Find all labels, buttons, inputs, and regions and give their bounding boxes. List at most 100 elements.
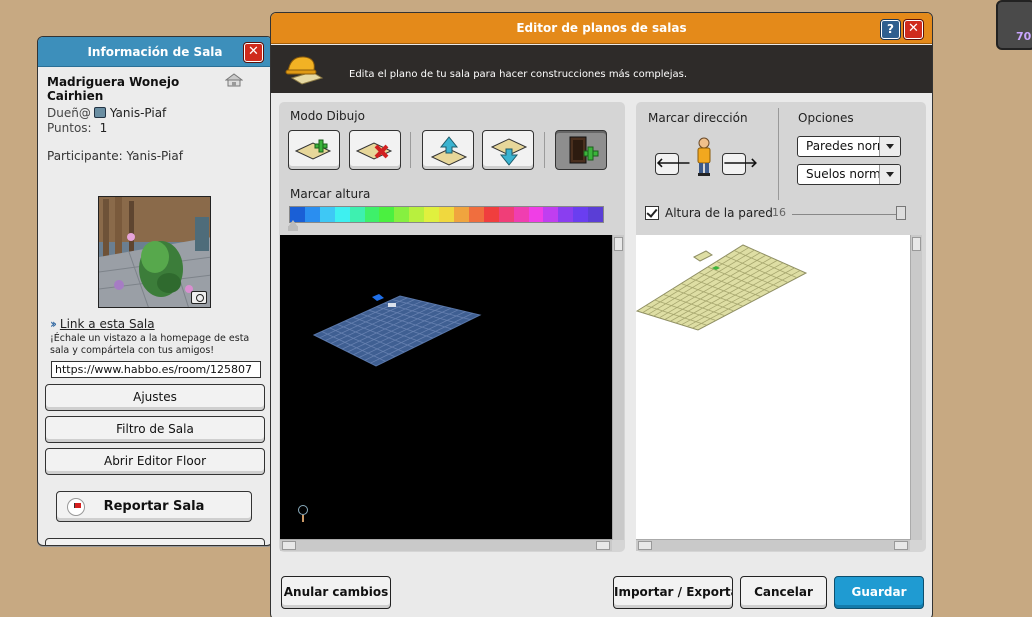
report-room-button[interactable]: Reportar Sala	[56, 491, 252, 522]
owner-row: Dueñ@ Yanis-Piaf	[47, 106, 166, 120]
scroll-grip[interactable]	[596, 541, 610, 550]
hardhat-icon	[285, 56, 324, 85]
tool-separator	[544, 132, 545, 168]
floor-draw-canvas[interactable]	[280, 235, 613, 540]
set-direction-label: Marcar dirección	[648, 111, 748, 125]
wall-height-slider-thumb[interactable]	[896, 206, 906, 220]
add-tile-icon	[294, 139, 332, 160]
participant-text: Participante: Yanis-Piaf	[47, 149, 183, 163]
scroll-grip[interactable]	[638, 541, 652, 550]
height-color-swatch[interactable]	[543, 207, 559, 222]
raise-tile-icon	[430, 136, 468, 166]
draw-canvas-hscroll[interactable]	[280, 539, 612, 551]
rotate-left-button[interactable]: 🡐	[655, 153, 691, 175]
points-value: 1	[99, 121, 108, 135]
room-info-titlebar[interactable]: Información de Sala ✕	[38, 37, 272, 67]
chevron-down-icon[interactable]	[879, 165, 900, 184]
flag-icon	[67, 498, 85, 516]
room-url-field[interactable]: https://www.habbo.es/room/125807	[51, 361, 261, 378]
height-color-swatch[interactable]	[304, 207, 320, 222]
corner-badge: 70	[996, 0, 1032, 50]
height-color-swatch[interactable]	[513, 207, 529, 222]
home-icon[interactable]	[225, 73, 243, 87]
height-color-swatch[interactable]	[498, 207, 514, 222]
raise-tile-button[interactable]	[422, 130, 474, 170]
room-info-body: Madriguera Wonejo Cairhien Dueñ@ Yanis-Pi…	[38, 67, 272, 545]
wall-height-checkbox[interactable]	[645, 206, 659, 220]
room-info-title: Información de Sala	[87, 45, 223, 59]
camera-icon[interactable]	[191, 291, 207, 304]
remove-tile-button[interactable]	[349, 130, 401, 170]
floor-editor-window: Editor de planos de salas ? ✕ Edita el p…	[270, 12, 933, 617]
user-icon	[93, 107, 106, 118]
corner-badge-text: 70	[1016, 30, 1032, 43]
height-color-swatch[interactable]	[394, 207, 410, 222]
height-color-swatch[interactable]	[453, 207, 469, 222]
height-color-swatch[interactable]	[528, 207, 544, 222]
floor-grid-drawing[interactable]	[280, 235, 613, 540]
door-tool-button[interactable]	[555, 130, 607, 170]
add-tile-button[interactable]	[288, 130, 340, 170]
help-icon[interactable]: ?	[881, 20, 900, 39]
open-floor-editor-button[interactable]: Abrir Editor Floor	[45, 448, 265, 475]
cancel-button[interactable]: Cancelar	[740, 576, 827, 609]
floor-editor-titlebar[interactable]: Editor de planos de salas ? ✕	[271, 13, 932, 44]
height-color-swatch[interactable]	[379, 207, 395, 222]
wall-height-slider[interactable]	[792, 214, 905, 215]
height-color-swatch[interactable]	[364, 207, 380, 222]
height-color-swatch[interactable]	[558, 207, 574, 222]
height-color-swatch[interactable]	[319, 207, 335, 222]
wall-height-label: Altura de la pared	[665, 206, 773, 220]
room-filter-button[interactable]: Filtro de Sala	[45, 416, 265, 443]
save-button[interactable]: Guardar	[834, 576, 924, 609]
height-marker-icon[interactable]	[288, 220, 298, 231]
height-color-swatch[interactable]	[588, 207, 604, 222]
height-color-swatch[interactable]	[468, 207, 484, 222]
height-color-swatch[interactable]	[439, 207, 454, 222]
report-room-label: Reportar Sala	[103, 499, 205, 514]
zoom-icon[interactable]	[298, 505, 308, 522]
chevron-down-icon[interactable]	[879, 137, 900, 156]
import-export-button[interactable]: Importar / Exportar	[613, 576, 733, 609]
room-link[interactable]: Link a esta Sala	[60, 317, 155, 331]
scroll-grip[interactable]	[282, 541, 296, 550]
draw-canvas-vscroll[interactable]	[612, 235, 624, 540]
height-color-swatch[interactable]	[573, 207, 589, 222]
height-color-swatch[interactable]	[409, 207, 425, 222]
floor-preview-canvas[interactable]	[636, 235, 911, 540]
height-color-swatch[interactable]	[424, 207, 440, 222]
points-label: Puntos:	[47, 121, 92, 135]
floors-dropdown[interactable]: Suelos normales	[797, 164, 901, 185]
wall-height-value: 16	[772, 206, 786, 219]
mute-all-button[interactable]: Mutear a todos	[45, 538, 265, 545]
close-icon[interactable]: ✕	[904, 20, 923, 39]
settings-button[interactable]: Ajustes	[45, 384, 265, 411]
walls-dropdown[interactable]: Paredes normales	[797, 136, 901, 157]
avatar-direction-icon	[697, 137, 711, 176]
scroll-grip[interactable]	[912, 237, 921, 251]
lower-tile-button[interactable]	[482, 130, 534, 170]
editor-banner: Edita el plano de tu sala para hacer con…	[271, 45, 932, 93]
height-color-swatch[interactable]	[334, 207, 350, 222]
scroll-grip[interactable]	[614, 237, 623, 251]
undo-changes-button[interactable]: Anular cambios	[281, 576, 391, 609]
points-row: Puntos: 1	[47, 121, 107, 135]
preview-canvas-hscroll[interactable]	[636, 539, 910, 551]
remove-tile-icon	[355, 142, 393, 160]
height-color-swatch[interactable]	[349, 207, 365, 222]
link-description: ¡Échale un vistazo a la homepage de esta…	[50, 333, 250, 356]
double-chevron-icon: ››	[50, 317, 57, 331]
options-label: Opciones	[798, 111, 854, 125]
rotate-right-button[interactable]: 🡒	[722, 153, 758, 175]
scroll-grip[interactable]	[894, 541, 908, 550]
close-icon[interactable]: ✕	[244, 43, 263, 62]
room-name: Madriguera Wonejo Cairhien	[47, 75, 180, 103]
door-tile	[372, 294, 384, 301]
height-color-swatch[interactable]	[483, 207, 499, 222]
preview-canvas-vscroll[interactable]	[910, 235, 922, 540]
lower-tile-icon	[490, 138, 528, 166]
editor-description: Edita el plano de tu sala para hacer con…	[349, 69, 688, 80]
owner-name[interactable]: Yanis-Piaf	[110, 106, 166, 120]
height-color-strip[interactable]	[289, 206, 604, 223]
floor-editor-title: Editor de planos de salas	[516, 21, 687, 35]
